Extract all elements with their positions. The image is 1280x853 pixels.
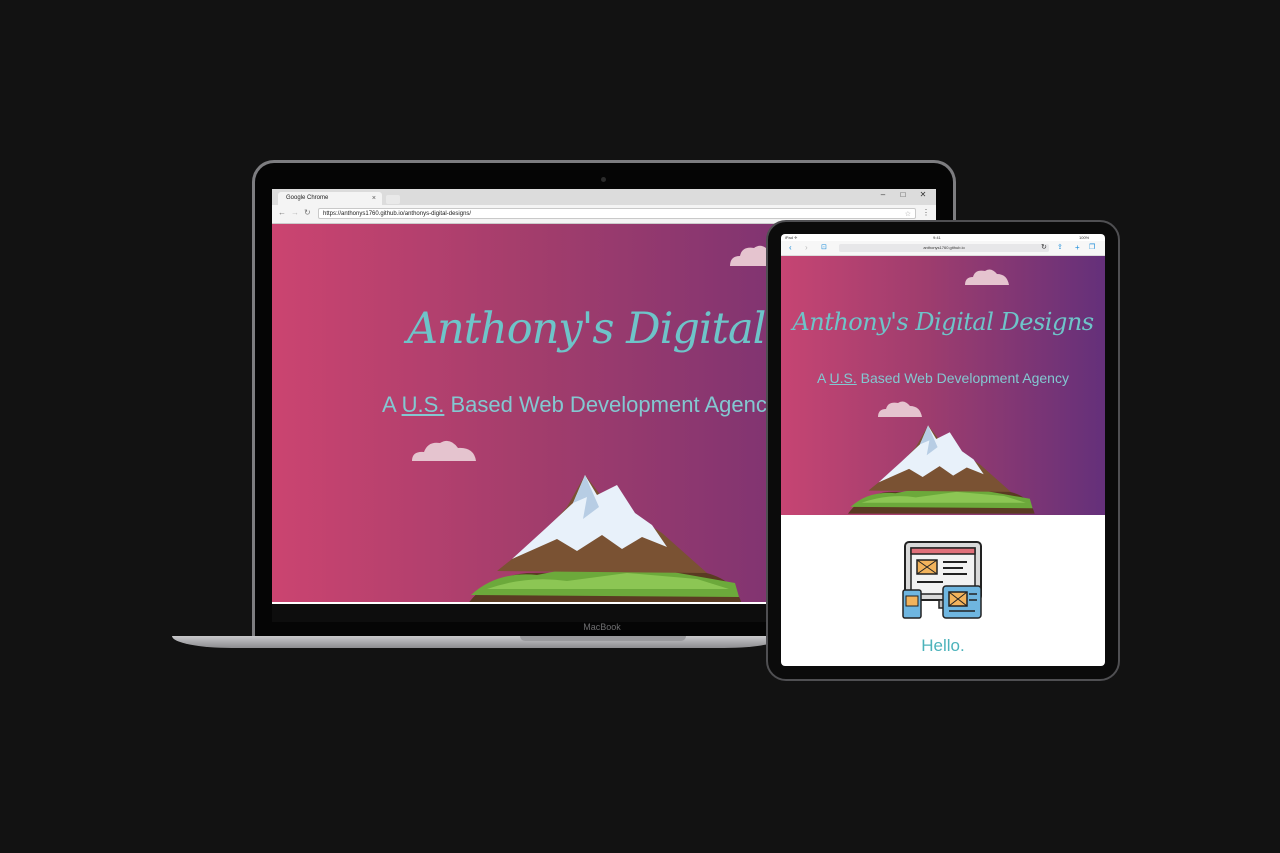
minimize-button[interactable]: – (876, 190, 890, 199)
address-bar[interactable]: anthonys1760.github.io (839, 244, 1049, 252)
subtitle-abbr: U.S. (401, 392, 445, 417)
macbook-base (172, 636, 784, 648)
browser-tab-title: Google Chrome (286, 195, 329, 201)
address-bar[interactable]: https://anthonys1760.github.io/anthonys-… (318, 208, 916, 219)
status-battery: 100% (1079, 235, 1090, 240)
cloud-icon (965, 269, 1009, 285)
new-tab-plus-icon[interactable]: + (1075, 243, 1080, 252)
bookmarks-icon[interactable]: ⊡ (821, 243, 827, 251)
safari-toolbar: ‹ › ⊡ anthonys1760.github.io ↻ ⇪ + ❐ (781, 241, 1105, 256)
close-window-button[interactable]: ✕ (916, 190, 930, 199)
browser-back-icon[interactable]: ← (278, 208, 286, 217)
macbook-hinge-notch (520, 636, 686, 641)
browser-back-icon[interactable]: ‹ (789, 243, 792, 252)
browser-forward-icon[interactable]: → (291, 208, 299, 217)
website-hero: Anthony's Digital Designs A U.S. Based W… (781, 256, 1105, 515)
share-icon[interactable]: ⇪ (1057, 243, 1063, 251)
webcam (601, 177, 606, 182)
browser-tab[interactable]: Google Chrome × (278, 192, 382, 205)
greeting-heading: Hello. (921, 636, 965, 655)
site-subtitle: A U.S. Based Web Development Agency (382, 392, 778, 418)
maximize-button[interactable]: □ (896, 190, 910, 199)
close-tab-icon[interactable]: × (372, 192, 376, 205)
macbook-brand-label: MacBook (583, 622, 621, 632)
status-device: iPad ✈ (785, 235, 798, 240)
mountain-illustration (848, 425, 1035, 514)
web-design-devices-icon (902, 541, 982, 619)
tabs-icon[interactable]: ❐ (1089, 243, 1095, 251)
subtitle-prefix: A (382, 392, 402, 417)
subtitle-rest: Based Web Development Agency (444, 392, 778, 417)
cloud-icon (412, 440, 476, 461)
ipad-screen: iPad ✈ 9:41 100% ‹ › ⊡ anthonys1760.gith… (781, 234, 1105, 666)
subtitle-rest: Based Web Development Agency (856, 370, 1069, 386)
status-bar: iPad ✈ 9:41 100% (781, 234, 1105, 241)
mountain-illustration (469, 475, 741, 602)
chrome-tab-bar: Google Chrome × – □ ✕ (272, 189, 936, 205)
new-tab-button[interactable] (386, 195, 400, 204)
reload-icon[interactable]: ↻ (304, 208, 311, 217)
address-bar-url: https://anthonys1760.github.io/anthonys-… (323, 211, 472, 217)
bookmark-star-icon[interactable]: ☆ (905, 209, 911, 220)
reload-icon[interactable]: ↻ (1041, 243, 1047, 251)
menu-kebab-icon[interactable]: ⋮ (922, 208, 930, 217)
site-title: Anthony's Digital Designs (792, 308, 1094, 336)
status-time: 9:41 (933, 235, 941, 240)
browser-forward-icon[interactable]: › (805, 243, 808, 252)
subtitle-prefix: A (817, 370, 830, 386)
address-bar-url: anthonys1760.github.io (923, 245, 965, 250)
cloud-icon (878, 401, 922, 417)
subtitle-abbr: U.S. (829, 370, 857, 386)
site-subtitle: A U.S. Based Web Development Agency (781, 370, 1105, 386)
